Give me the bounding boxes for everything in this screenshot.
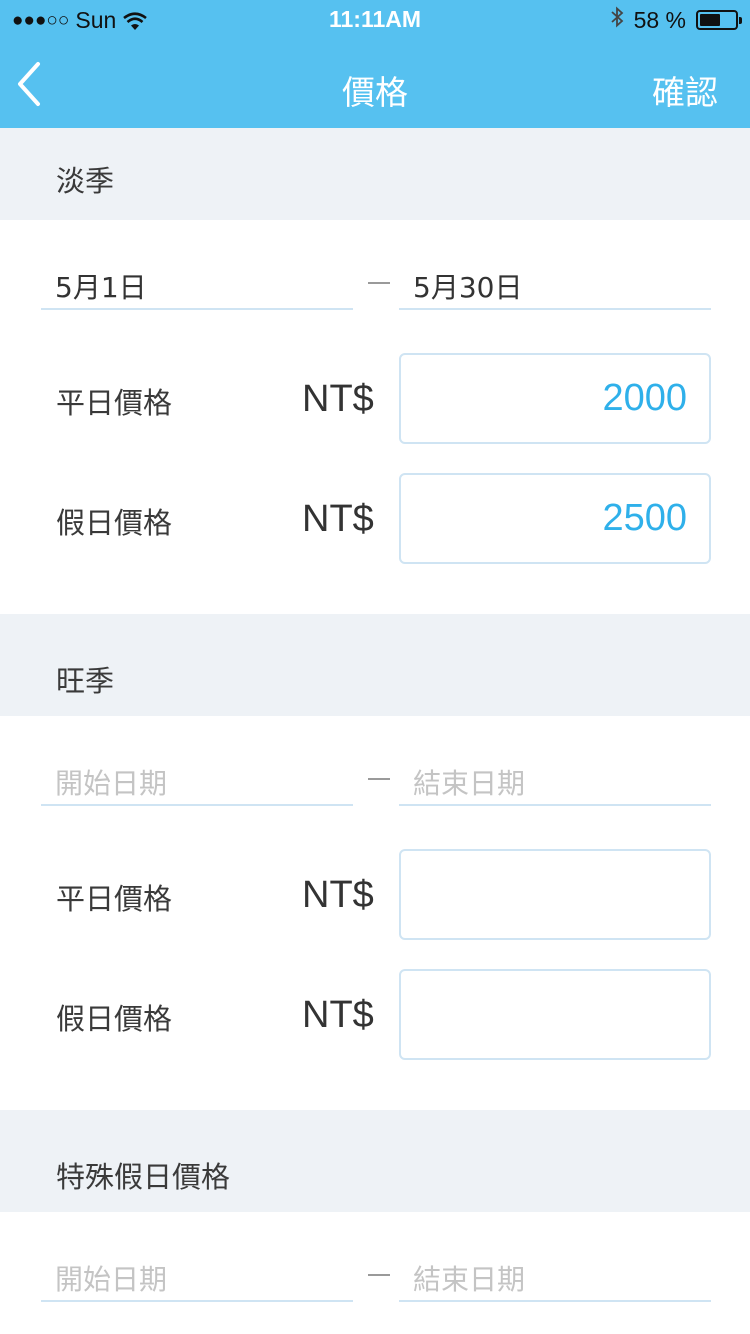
section-title: 旺季 xyxy=(56,664,115,698)
battery-fill xyxy=(700,14,720,26)
header: ●●●○○ Sun 11:11AM 58 % 價格 確認 xyxy=(0,0,750,128)
currency-label: NT$ xyxy=(302,378,374,420)
start-date-field[interactable]: 開始日期 xyxy=(41,762,353,806)
date-range-dash xyxy=(368,1274,390,1276)
date-range-dash xyxy=(368,778,390,780)
battery-nub xyxy=(739,17,742,24)
nav-bar: 價格 確認 xyxy=(0,40,750,128)
section-header-special-holiday: 特殊假日價格 xyxy=(0,1110,750,1212)
end-date-field[interactable]: 結束日期 xyxy=(399,1258,711,1302)
currency-label: NT$ xyxy=(302,498,374,540)
weekday-price-label: 平日價格 xyxy=(56,386,173,420)
weekday-price-input[interactable]: 2000 xyxy=(399,353,711,444)
weekday-price-label: 平日價格 xyxy=(56,882,173,916)
battery-percent: 58 % xyxy=(633,6,686,33)
section-title: 淡季 xyxy=(56,164,115,198)
status-bar: ●●●○○ Sun 11:11AM 58 % xyxy=(0,0,750,40)
currency-label: NT$ xyxy=(302,874,374,916)
holiday-price-label: 假日價格 xyxy=(56,506,173,540)
page-title: 價格 xyxy=(342,73,408,112)
weekday-price-input[interactable] xyxy=(399,849,711,940)
battery-icon xyxy=(696,10,742,30)
bluetooth-icon xyxy=(610,6,624,34)
start-date-field[interactable]: 5月1日 xyxy=(41,266,353,310)
end-date-field[interactable]: 5月30日 xyxy=(399,266,711,310)
end-date-field[interactable]: 結束日期 xyxy=(399,762,711,806)
confirm-button[interactable]: 確認 xyxy=(652,66,718,114)
section-header-peak-season: 旺季 xyxy=(0,614,750,716)
currency-label: NT$ xyxy=(302,994,374,1036)
holiday-price-input[interactable]: 2500 xyxy=(399,473,711,564)
date-range-dash xyxy=(368,282,390,284)
holiday-price-input[interactable] xyxy=(399,969,711,1060)
status-right: 58 % xyxy=(610,6,742,34)
holiday-price-label: 假日價格 xyxy=(56,1002,173,1036)
section-header-off-season: 淡季 xyxy=(0,128,750,220)
section-title: 特殊假日價格 xyxy=(56,1160,231,1194)
start-date-field[interactable]: 開始日期 xyxy=(41,1258,353,1302)
